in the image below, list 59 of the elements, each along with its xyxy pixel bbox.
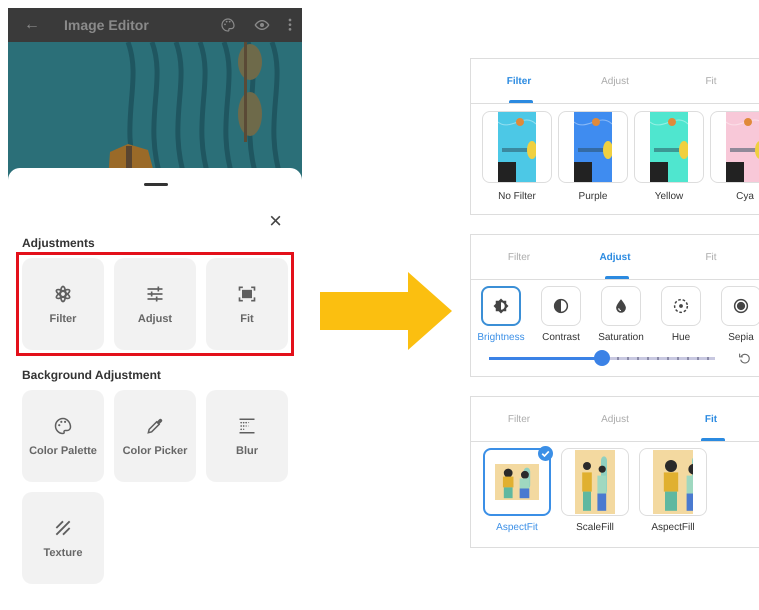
option-label: No Filter	[498, 191, 536, 202]
action-button[interactable]	[220, 17, 236, 33]
option-label: AspectFit	[496, 522, 538, 533]
tool-button[interactable]: Fit	[206, 258, 288, 350]
action-button[interactable]	[254, 17, 270, 33]
tool-button[interactable]: Blur	[206, 390, 288, 482]
option-label: Brightness	[477, 332, 525, 343]
eye-icon	[254, 17, 270, 33]
tab[interactable]: Filter	[471, 397, 567, 441]
reset-button[interactable]	[738, 352, 751, 364]
eyedropper-icon	[145, 416, 165, 436]
filter-thumbnail[interactable]	[710, 111, 759, 183]
slider-thumb[interactable]	[594, 350, 610, 366]
fit-option[interactable]	[483, 448, 551, 516]
close-button[interactable]: ×	[269, 212, 282, 230]
contrast-icon	[552, 297, 570, 315]
option-label: Contrast	[542, 332, 580, 343]
app-title: Image Editor	[64, 17, 149, 33]
tool-button[interactable]: Color Picker	[114, 390, 196, 482]
back-button[interactable]: ←	[22, 16, 42, 34]
option-label: Sepia	[728, 332, 754, 343]
brightness-icon	[492, 297, 510, 315]
fit-icon	[237, 284, 257, 304]
tab[interactable]: Adjust	[567, 235, 663, 279]
option-label: Hue	[672, 332, 690, 343]
sliders-icon	[145, 284, 165, 304]
tab[interactable]: Fit	[663, 397, 759, 441]
dashed-circle-icon	[672, 297, 690, 315]
more-icon	[288, 18, 292, 32]
option-label: Yellow	[654, 191, 684, 202]
option-label: Cya	[736, 191, 754, 202]
filter-thumbnail[interactable]	[634, 111, 704, 183]
tab[interactable]: Fit	[663, 235, 759, 279]
option-label: Purple	[578, 191, 608, 202]
section-title: Adjustments	[22, 236, 96, 250]
tab[interactable]: Adjust	[567, 59, 663, 103]
action-button[interactable]	[288, 18, 292, 32]
tool-button[interactable]: Adjust	[114, 258, 196, 350]
flower-icon	[53, 284, 73, 304]
tool-button[interactable]: Texture	[22, 492, 104, 584]
filter-thumbnail[interactable]	[558, 111, 628, 183]
tab[interactable]: Filter	[471, 235, 567, 279]
palette-icon	[220, 17, 236, 33]
option-label: ScaleFill	[576, 522, 614, 533]
option-label: AspectFill	[651, 522, 695, 533]
filter-thumbnail[interactable]	[482, 111, 552, 183]
tab[interactable]: Adjust	[567, 397, 663, 441]
blur-icon	[237, 416, 257, 436]
tab[interactable]: Filter	[471, 59, 567, 103]
tool-button[interactable]: Color Palette	[22, 390, 104, 482]
tool-button[interactable]: Filter	[22, 258, 104, 350]
drag-handle[interactable]	[144, 183, 168, 186]
check-icon	[538, 446, 553, 461]
option-label: Saturation	[598, 332, 644, 343]
ring-icon	[732, 297, 750, 315]
palette-icon	[53, 416, 73, 436]
adjust-option[interactable]	[481, 286, 521, 326]
section-title: Background Adjustment	[22, 368, 162, 382]
tab[interactable]: Fit	[663, 59, 759, 103]
